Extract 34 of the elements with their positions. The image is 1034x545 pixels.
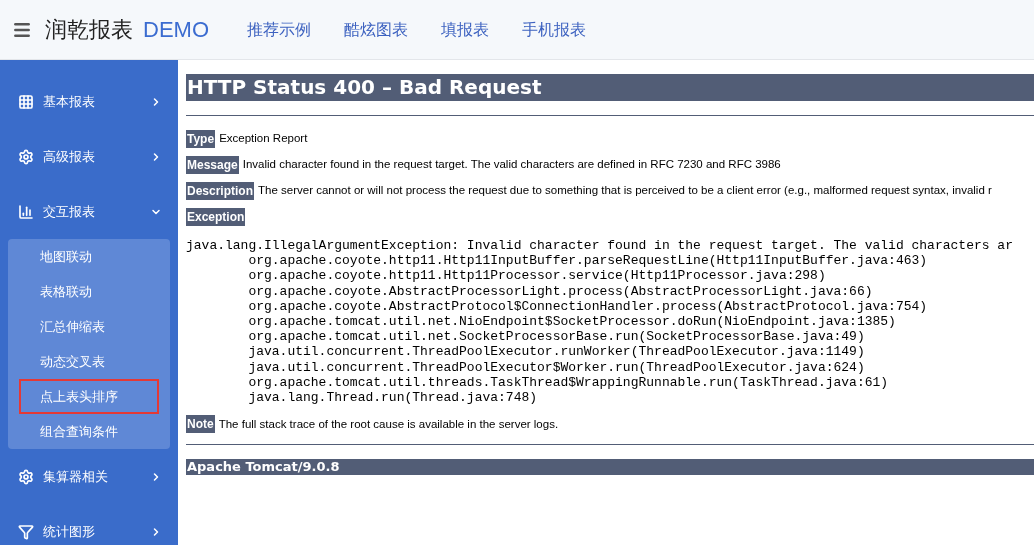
nav-link[interactable]: 酷炫图表	[344, 17, 408, 42]
field-label: Exception	[186, 208, 246, 226]
brand-suffix: DEMO	[143, 16, 209, 44]
nav-link[interactable]: 手机报表	[522, 17, 586, 42]
submenu-item[interactable]: 点上表头排序	[19, 379, 159, 414]
submenu-item[interactable]: 表格联动	[19, 274, 159, 309]
menu-icon	[18, 523, 34, 540]
sidebar-item[interactable]: 集算器相关	[0, 449, 178, 504]
submenu-item[interactable]: 动态交叉表	[19, 344, 159, 379]
field-label: Note	[186, 415, 215, 434]
brand-title: 润乾报表	[45, 16, 133, 44]
submenu-item[interactable]: 汇总伸缩表	[19, 309, 159, 344]
field-label: Type	[186, 130, 216, 148]
field-text: Exception Report	[219, 131, 308, 147]
submenu-item[interactable]: 组合查询条件	[19, 414, 159, 449]
nav-link[interactable]: 推荐示例	[247, 17, 311, 42]
field-label: Description	[186, 182, 254, 200]
sidebar-item[interactable]: 交互报表	[0, 184, 178, 239]
field-text: Invalid character found in the request target. The valid characters are defined in RFC 7230 and RFC 3986	[242, 157, 781, 173]
stack-trace: java.lang.IllegalArgumentException: Invalid character found in the request target. The valid characters ar org.apache.coyote.http11.Http11InputBuffer.parseRequestLine(Http11InputBuffer.java:463) org.apache.coyote.http11.Http11Processor.service(Http11Processor.java:298) org.apache.coyote.AbstractProcessorLight.process(AbstractProcessorLight.java:66) org.apache.coyote.AbstractProtocol$ConnectionHandler.process(AbstractProtocol.java:754) org.apache.tomcat.util.net.NioEndpoint$SocketProcessor.doRun(NioEndpoint.java:1385) org.apache.tomcat.util.net.SocketProcessorBase.run(SocketProcessorBase.java:49) java.util.concurrent.ThreadPoolExecutor.runWorker(ThreadPoolExecutor.java:1149) java.util.concurrent.ThreadPoolExecutor$Worker.run(ThreadPoolExecutor.java:624) org.apache.tomcat.util.threads.TaskThread$WrappingRunnable.run(TaskThread.java:61) java.lang.Thread.run(Thread.java:748)	[186, 238, 1014, 406]
error-title: HTTP Status 400 – Bad Request	[186, 74, 1034, 101]
menu-icon	[18, 93, 34, 110]
field-text: The server cannot or will not process the request due to something that is perceived to be a client error (e.g., malformed request syntax, invalid r	[258, 183, 992, 199]
menu-icon	[18, 148, 34, 165]
menu-icon	[18, 203, 34, 220]
submenu-item[interactable]: 地图联动	[19, 239, 159, 274]
field-label: Message	[186, 156, 239, 174]
nav-link[interactable]: 填报表	[441, 17, 489, 42]
sidebar-item[interactable]: 统计图形	[0, 504, 178, 545]
field-text: The full stack trace of the root cause is available in the server logs.	[218, 416, 559, 432]
server-footer: Apache Tomcat/9.0.8	[186, 459, 1034, 476]
sidebar-item[interactable]: 高级报表	[0, 129, 178, 184]
sidebar-item[interactable]: 基本报表	[0, 74, 178, 129]
menu-icon	[18, 468, 34, 485]
